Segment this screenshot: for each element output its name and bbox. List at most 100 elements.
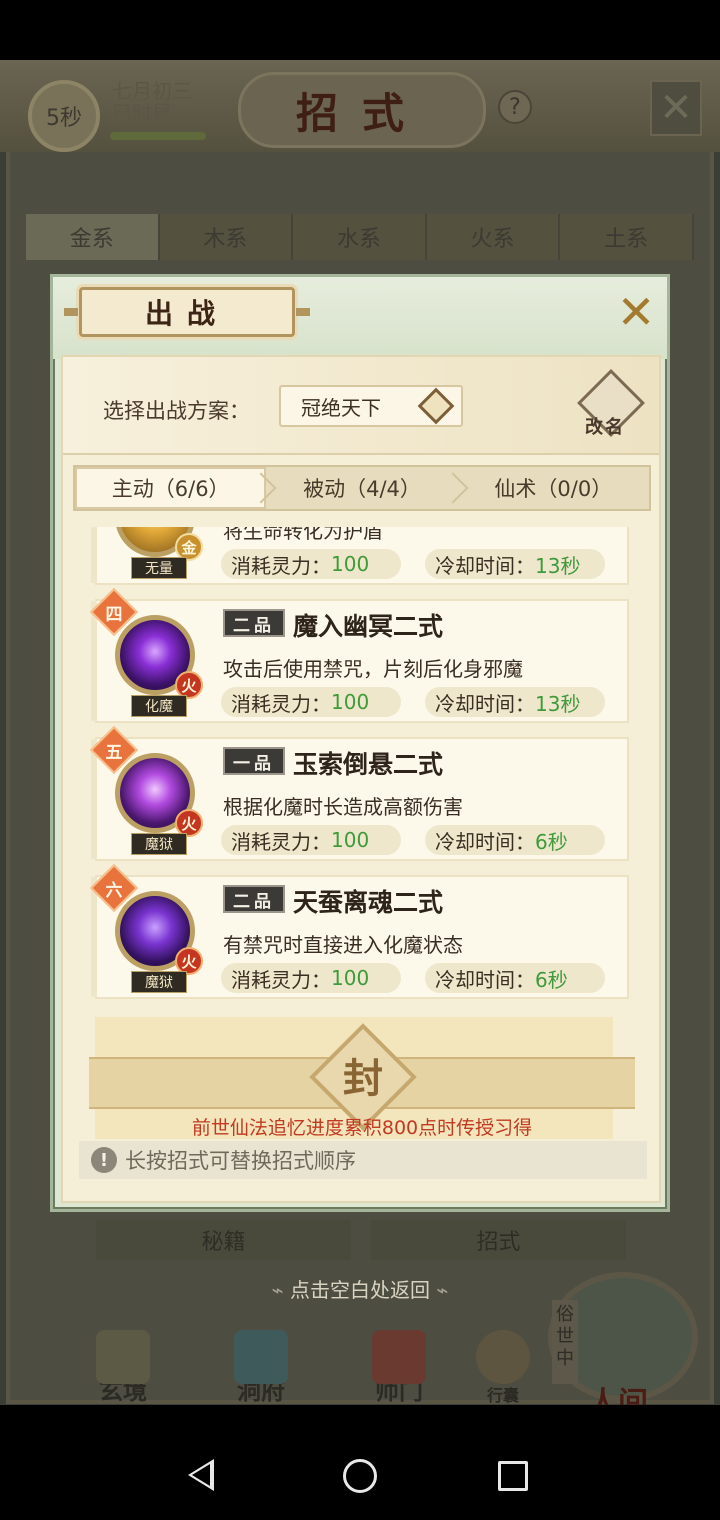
mana-cost: 消耗灵力： 100 bbox=[221, 825, 401, 855]
pavilion-icon bbox=[234, 1330, 288, 1384]
tab-water[interactable]: 水系 bbox=[293, 214, 427, 260]
cooldown: 冷却时间： 6秒 bbox=[425, 963, 605, 993]
skill-card[interactable]: 五 火 魔狱 一品 玉索倒悬二式 根据化魔时长造成高额伤害 消耗灵力： 100 冷… bbox=[89, 725, 629, 861]
cost-label: 消耗灵力： bbox=[231, 967, 331, 992]
grade-badge: 二品 bbox=[223, 609, 285, 637]
tip-text: 长按招式可替换招式顺序 bbox=[125, 1149, 356, 1173]
help-icon[interactable]: ? bbox=[498, 90, 532, 124]
game-date: 七月初三 巳时昼 bbox=[112, 80, 192, 124]
skill-desc: 有禁咒时直接进入化魔状态 bbox=[223, 933, 463, 957]
cost-value: 100 bbox=[331, 966, 370, 990]
cost-label: 消耗灵力： bbox=[231, 553, 331, 578]
tab-active[interactable]: 主动（6/6） bbox=[75, 467, 277, 509]
element-tabs: 金系 木系 水系 火系 土系 bbox=[26, 214, 694, 260]
swirl-right-icon: ⌁ bbox=[430, 1278, 449, 1302]
skill-name: 玉索倒悬二式 bbox=[293, 750, 444, 779]
skill-card[interactable]: 四 火 化魔 二品 魔入幽冥二式 攻击后使用禁咒，片刻后化身邪魔 消耗灵力： 10… bbox=[89, 587, 629, 723]
nav-shimen[interactable]: 师门 bbox=[344, 1330, 454, 1405]
top-bar: 5秒 七月初三 巳时昼 招式 ? ✕ bbox=[0, 60, 720, 152]
cost-label: 消耗灵力： bbox=[231, 691, 331, 716]
nav-dongfu[interactable]: 洞府 bbox=[206, 1330, 316, 1405]
grade-badge: 一品 bbox=[223, 747, 285, 775]
tab-moves[interactable]: 招式 bbox=[371, 1220, 626, 1260]
cost-value: 100 bbox=[331, 828, 370, 852]
cd-label: 冷却时间： bbox=[435, 553, 535, 578]
seal-condition: 前世仙法追忆进度累积800点时传授习得 bbox=[191, 1117, 533, 1139]
skill-orb-name: 魔狱 bbox=[131, 971, 187, 993]
dropdown-icon bbox=[417, 387, 455, 425]
sealed-slot[interactable]: 封 前世仙法追忆进度累积800点时传授习得 bbox=[89, 1017, 635, 1139]
dialog-close-icon[interactable]: ✕ bbox=[613, 289, 659, 335]
cd-value: 13秒 bbox=[535, 691, 581, 716]
swirl-left-icon: ⌁ bbox=[271, 1278, 290, 1302]
timer-badge: 5秒 bbox=[28, 80, 100, 152]
tab-label: 被动（4/4） bbox=[303, 477, 421, 501]
tab-earth[interactable]: 土系 bbox=[560, 214, 694, 260]
tab-wood[interactable]: 木系 bbox=[159, 214, 294, 260]
cost-label: 消耗灵力： bbox=[231, 829, 331, 854]
cd-label: 冷却时间： bbox=[435, 691, 535, 716]
scheme-row: 选择出战方案： 冠绝天下 改名 bbox=[63, 357, 659, 455]
date-line-2: 巳时昼 bbox=[112, 101, 172, 125]
cooldown: 冷却时间： 13秒 bbox=[425, 687, 605, 717]
mana-cost: 消耗灵力： 100 bbox=[221, 963, 401, 993]
skill-orb-name: 化魔 bbox=[131, 695, 187, 717]
skill-desc: 根据化魔时长造成高额伤害 bbox=[223, 795, 463, 819]
cd-label: 冷却时间： bbox=[435, 967, 535, 992]
tab-manuals[interactable]: 秘籍 bbox=[96, 1220, 351, 1260]
page-title: 招式 bbox=[238, 72, 486, 148]
tab-spell[interactable]: 仙术（0/0） bbox=[458, 467, 649, 509]
tab-fire[interactable]: 火系 bbox=[426, 214, 561, 260]
skill-desc: 攻击后使用禁咒，片刻后化身邪魔 bbox=[223, 657, 523, 681]
cooldown: 冷却时间： 6秒 bbox=[425, 825, 605, 855]
scroll-icon bbox=[96, 1330, 150, 1384]
back-icon[interactable] bbox=[188, 1459, 214, 1491]
cd-value: 6秒 bbox=[535, 829, 568, 854]
tab-metal[interactable]: 金系 bbox=[26, 214, 160, 260]
order-number: 四 bbox=[105, 604, 123, 625]
cooldown: 冷却时间： 13秒 bbox=[425, 549, 605, 579]
scheme-select[interactable]: 冠绝天下 bbox=[279, 385, 463, 427]
skill-name: 魔入幽冥二式 bbox=[293, 612, 444, 641]
bag-icon bbox=[476, 1330, 530, 1384]
dialog-panel: 选择出战方案： 冠绝天下 改名 主动（6/6） 被动（4/4） 仙术（0/0） … bbox=[61, 355, 661, 1203]
world-label: 人间 bbox=[588, 1386, 648, 1405]
nav-xuanjing[interactable]: 玄境 bbox=[68, 1330, 178, 1405]
skill-card[interactable]: 六 火 魔狱 二品 天蚕离魂二式 有禁咒时直接进入化魔状态 消耗灵力： 100 冷… bbox=[89, 863, 629, 999]
tab-passive[interactable]: 被动（4/4） bbox=[266, 467, 469, 509]
mana-cost: 消耗灵力： 100 bbox=[221, 549, 401, 579]
seal-char: 封 bbox=[343, 1055, 383, 1102]
recents-icon[interactable] bbox=[498, 1461, 528, 1491]
dialog-header: 出战 ✕ bbox=[53, 277, 667, 359]
mana-cost: 消耗灵力： 100 bbox=[221, 687, 401, 717]
skill-type-tabs: 主动（6/6） 被动（4/4） 仙术（0/0） bbox=[73, 465, 651, 511]
tip-bar: ! 长按招式可替换招式顺序 bbox=[79, 1141, 647, 1179]
cd-label: 冷却时间： bbox=[435, 829, 535, 854]
skill-orb-name: 魔狱 bbox=[131, 833, 187, 855]
skill-name: 天蚕离魂二式 bbox=[293, 888, 444, 917]
scheme-label: 选择出战方案： bbox=[103, 399, 250, 423]
skill-desc: 将生命转化为护盾 bbox=[223, 527, 383, 543]
order-number: 五 bbox=[105, 742, 123, 763]
bottom-tabs: 秘籍 招式 bbox=[96, 1220, 626, 1260]
rename-button[interactable]: 改名 bbox=[577, 369, 645, 439]
home-icon[interactable] bbox=[343, 1459, 377, 1493]
tab-label: 主动（6/6） bbox=[111, 477, 230, 501]
date-line-1: 七月初三 bbox=[112, 79, 192, 103]
close-icon[interactable]: ✕ bbox=[650, 80, 702, 136]
exclamation-icon: ! bbox=[91, 1147, 117, 1173]
rename-label: 改名 bbox=[585, 417, 625, 438]
world-tag: 俗世中 bbox=[552, 1300, 578, 1384]
skill-card[interactable]: 金 无量 将生命转化为护盾 消耗灵力： 100 冷却时间： 13秒 bbox=[91, 527, 629, 585]
battle-dialog: 出战 ✕ 选择出战方案： 冠绝天下 改名 主动（6/6） 被动（4/4） 仙术（… bbox=[50, 274, 670, 1212]
cd-value: 13秒 bbox=[535, 553, 581, 578]
banner-icon bbox=[372, 1330, 426, 1384]
dialog-title: 出战 bbox=[64, 287, 310, 337]
tab-label: 仙术（0/0） bbox=[494, 477, 613, 501]
cost-value: 100 bbox=[331, 690, 370, 714]
nav-pack[interactable]: 行囊 bbox=[458, 1330, 548, 1405]
grade-badge: 二品 bbox=[223, 885, 285, 913]
time-progress-bar bbox=[110, 132, 206, 140]
system-nav-bar bbox=[0, 1405, 720, 1520]
nav-label: 行囊 bbox=[486, 1386, 519, 1405]
